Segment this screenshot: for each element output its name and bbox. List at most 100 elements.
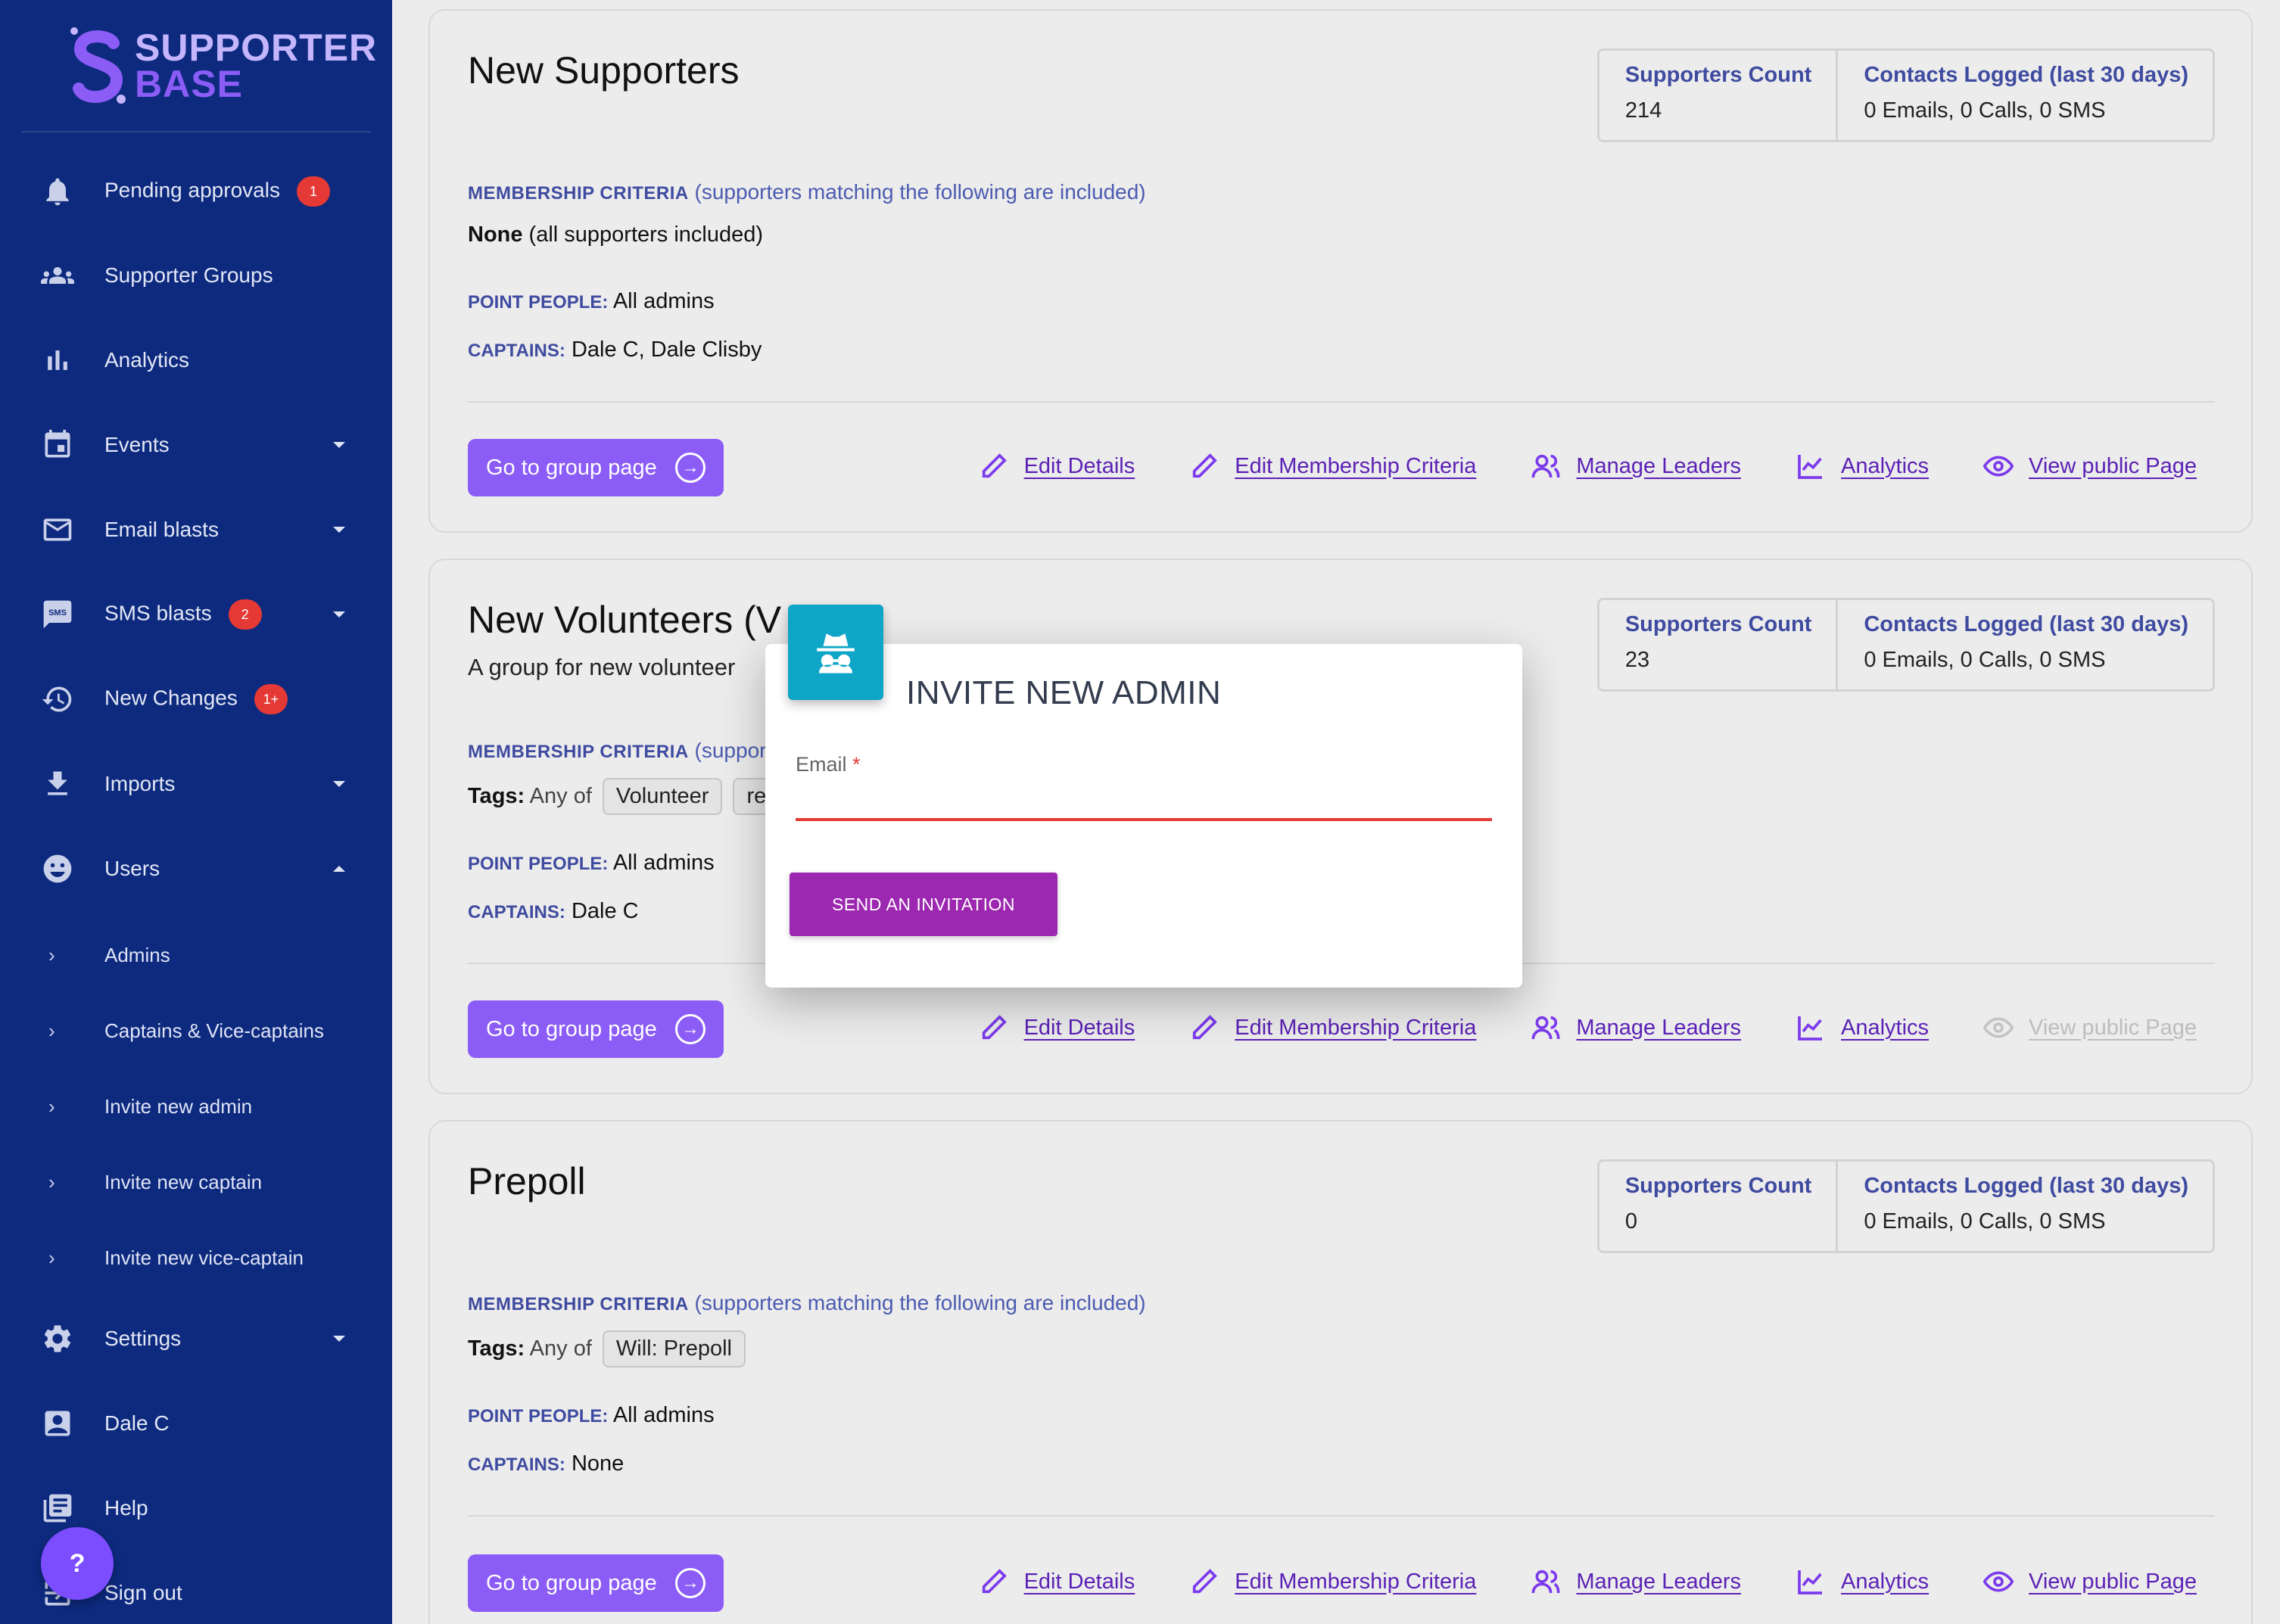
stat-supporters-count: Supporters Count 214 xyxy=(1599,51,1836,140)
nav-label-profile: Dale C xyxy=(104,1411,170,1435)
analytics-link[interactable]: Analytics xyxy=(1796,451,1929,481)
calendar-icon xyxy=(39,427,76,463)
group-title: New Supporters xyxy=(468,49,740,92)
tag-chip: Volunteer xyxy=(602,778,723,815)
captains-row: CAPTAINS: Dale C xyxy=(468,899,639,923)
edit-criteria-link[interactable]: Edit Membership Criteria xyxy=(1189,451,1476,481)
brand-logo[interactable]: SUPPORTER BASE xyxy=(67,24,377,107)
card-actions: Edit Details Edit Membership Criteria Ma… xyxy=(924,1013,2197,1043)
stat-supporters-count: Supporters Count 0 xyxy=(1599,1162,1836,1251)
book-icon xyxy=(39,1490,76,1526)
nav-imports[interactable]: Imports xyxy=(0,754,392,814)
stat-label: Contacts Logged (last 30 days) xyxy=(1864,1174,2188,1198)
nav-label-groups: Supporter Groups xyxy=(104,263,273,287)
pencil-icon xyxy=(982,453,1007,478)
nav-supporter-groups[interactable]: Supporter Groups xyxy=(0,245,392,306)
nav-label-analytics: Analytics xyxy=(104,348,190,372)
pencil-icon xyxy=(1193,1015,1217,1040)
chevron-up-icon xyxy=(333,866,345,872)
sub-label: Captains & Vice-captains xyxy=(104,1019,325,1042)
sidebar: SUPPORTER BASE Pending approvals 1 Suppor… xyxy=(0,0,392,1624)
analytics-link[interactable]: Analytics xyxy=(1796,1566,1929,1597)
eye-icon xyxy=(1983,456,2014,477)
sub-label: Invite new captain xyxy=(104,1170,263,1193)
group-subtitle: A group for new volunteer xyxy=(468,654,736,680)
users-icon xyxy=(39,851,76,887)
users-outline-icon xyxy=(1531,454,1560,478)
nav-events[interactable]: Events xyxy=(0,415,392,475)
pencil-icon xyxy=(1193,1569,1217,1594)
tags-row: Tags: Any of Will: Prepoll xyxy=(468,1330,746,1367)
manage-leaders-link[interactable]: Manage Leaders xyxy=(1531,451,1741,481)
go-to-group-button[interactable]: Go to group page → xyxy=(468,1000,724,1058)
chevron-down-icon xyxy=(333,527,345,533)
nav-email-blasts[interactable]: Email blasts xyxy=(0,499,392,560)
email-label: Email * xyxy=(796,753,861,776)
chevron-right-icon: › xyxy=(48,1170,55,1193)
group-card-new-supporters: New Supporters Supporters Count 214 Cont… xyxy=(428,9,2253,533)
arrow-right-icon: → xyxy=(675,1014,705,1044)
go-to-group-button[interactable]: Go to group page → xyxy=(468,439,724,496)
nav-users[interactable]: Users xyxy=(0,838,392,899)
nav-new-changes[interactable]: New Changes 1+ xyxy=(0,669,392,730)
point-people-row: POINT PEOPLE: All admins xyxy=(468,289,715,313)
send-invitation-button[interactable]: SEND AN INVITATION xyxy=(790,873,1057,936)
svg-text:SMS: SMS xyxy=(48,608,67,618)
sub-label: Admins xyxy=(104,943,170,966)
edit-criteria-link[interactable]: Edit Membership Criteria xyxy=(1189,1013,1476,1043)
card-actions: Edit Details Edit Membership Criteria Ma… xyxy=(924,1566,2197,1597)
edit-details-link[interactable]: Edit Details xyxy=(979,1566,1135,1597)
card-actions: Edit Details Edit Membership Criteria Ma… xyxy=(924,451,2197,481)
stat-supporters-count: Supporters Count 23 xyxy=(1599,600,1836,689)
sms-badge: 2 xyxy=(228,599,262,630)
history-icon xyxy=(39,681,76,717)
contact-icon xyxy=(39,1405,76,1442)
nav-sub-captains[interactable]: › Captains & Vice-captains xyxy=(0,1008,392,1053)
nav-sub-invite-captain[interactable]: › Invite new captain xyxy=(0,1159,392,1205)
nav-help[interactable]: Help xyxy=(0,1478,392,1538)
nav-sub-invite-admin[interactable]: › Invite new admin xyxy=(0,1084,392,1129)
chevron-right-icon: › xyxy=(48,1246,55,1269)
email-field[interactable] xyxy=(796,785,1492,821)
eye-icon xyxy=(1983,1571,2014,1592)
membership-criteria-heading: MEMBERSHIP CRITERIA (support xyxy=(468,739,773,762)
nav-label-users: Users xyxy=(104,857,160,880)
edit-criteria-link[interactable]: Edit Membership Criteria xyxy=(1189,1566,1476,1597)
nav-analytics[interactable]: Analytics xyxy=(0,330,392,390)
nav-sms-blasts[interactable]: SMS SMS blasts 2 xyxy=(0,584,392,645)
stat-contacts-logged: Contacts Logged (last 30 days) 0 Emails,… xyxy=(1836,600,2213,689)
captains-row: CAPTAINS: None xyxy=(468,1451,625,1476)
nav-label-pending: Pending approvals xyxy=(104,178,280,202)
nav-settings[interactable]: Settings xyxy=(0,1308,392,1369)
nav-sub-admins[interactable]: › Admins xyxy=(0,932,392,978)
manage-leaders-link[interactable]: Manage Leaders xyxy=(1531,1566,1741,1597)
arrow-right-icon: → xyxy=(675,453,705,483)
nav-label-sms: SMS blasts xyxy=(104,601,212,625)
sidebar-divider xyxy=(21,131,371,132)
stat-label: Supporters Count xyxy=(1624,612,1812,636)
spy-icon xyxy=(788,605,883,700)
edit-details-link[interactable]: Edit Details xyxy=(979,1013,1135,1043)
stat-contacts-logged: Contacts Logged (last 30 days) 0 Emails,… xyxy=(1836,51,2213,140)
help-fab-button[interactable]: ? xyxy=(41,1527,114,1600)
stats-box: Supporters Count 23 Contacts Logged (las… xyxy=(1596,598,2215,692)
line-chart-icon xyxy=(1798,455,1822,479)
stat-value: 214 xyxy=(1624,98,1662,123)
analytics-link[interactable]: Analytics xyxy=(1796,1013,1929,1043)
chevron-right-icon: › xyxy=(48,1094,55,1118)
arrow-right-icon: → xyxy=(675,1568,705,1598)
nav-profile[interactable]: Dale C xyxy=(0,1393,392,1454)
edit-details-link[interactable]: Edit Details xyxy=(979,451,1135,481)
nav-pending-approvals[interactable]: Pending approvals 1 xyxy=(0,161,392,222)
go-to-group-button[interactable]: Go to group page → xyxy=(468,1554,724,1612)
sub-label: Invite new vice-captain xyxy=(104,1246,304,1269)
nav-sub-invite-vice-captain[interactable]: › Invite new vice-captain xyxy=(0,1235,392,1280)
view-public-link[interactable]: View public Page xyxy=(1983,1566,2197,1597)
nav-label-changes: New Changes xyxy=(104,686,238,710)
nav-label-settings: Settings xyxy=(104,1327,182,1350)
stat-value: 0 Emails, 0 Calls, 0 SMS xyxy=(1864,98,2106,123)
manage-leaders-link[interactable]: Manage Leaders xyxy=(1531,1013,1741,1043)
view-public-link[interactable]: View public Page xyxy=(1983,451,2197,481)
changes-badge: 1+ xyxy=(254,684,288,714)
nav-label-help: Help xyxy=(104,1496,148,1520)
